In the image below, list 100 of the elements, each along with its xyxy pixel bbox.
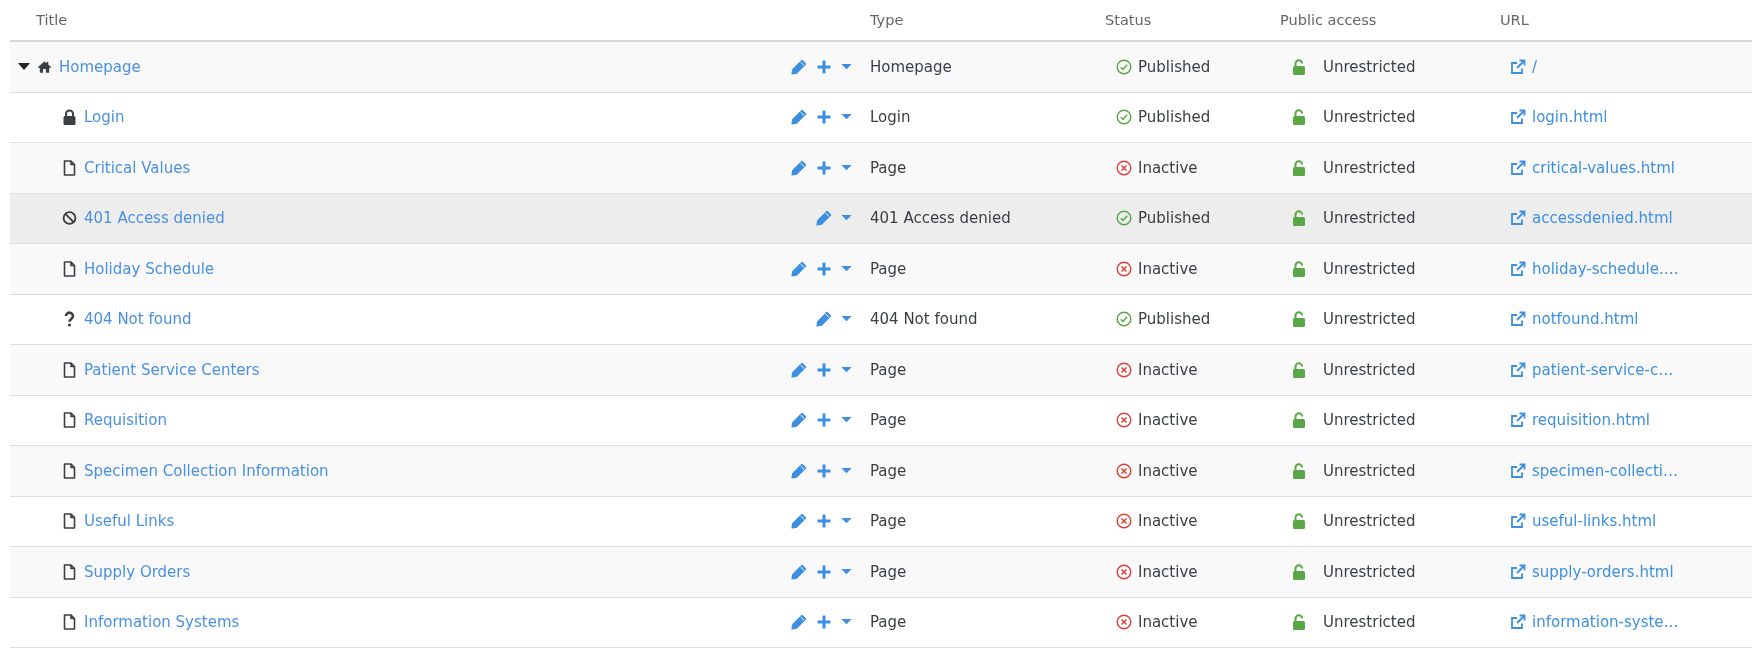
access-text: Unrestricted xyxy=(1323,411,1416,430)
page-title-link[interactable]: Specimen Collection Information xyxy=(84,461,329,480)
type-text: Page xyxy=(870,259,907,278)
plus-icon[interactable] xyxy=(816,361,832,378)
external-link-icon[interactable] xyxy=(1510,563,1526,580)
home-icon xyxy=(37,58,52,75)
url-link[interactable]: critical-values.html xyxy=(1532,158,1675,177)
dropdown-caret-icon[interactable] xyxy=(841,518,852,525)
external-link-icon[interactable] xyxy=(1510,159,1526,176)
page-title-link[interactable]: Supply Orders xyxy=(84,562,191,581)
url-link[interactable]: supply-orders.html xyxy=(1532,562,1674,581)
dropdown-caret-icon[interactable] xyxy=(841,568,852,575)
plus-icon[interactable] xyxy=(816,412,832,429)
pencil-icon[interactable] xyxy=(791,159,807,176)
url-link[interactable]: patient-service-c… xyxy=(1532,360,1674,379)
url-link[interactable]: / xyxy=(1532,57,1538,76)
url-link[interactable]: login.html xyxy=(1532,108,1608,127)
external-link-icon[interactable] xyxy=(1510,58,1526,75)
document-icon xyxy=(62,260,77,277)
pencil-icon[interactable] xyxy=(791,361,807,378)
dropdown-caret-icon[interactable] xyxy=(841,316,852,323)
external-link-icon[interactable] xyxy=(1510,614,1526,631)
dropdown-caret-icon[interactable] xyxy=(841,619,852,626)
url-link[interactable]: notfound.html xyxy=(1532,310,1639,329)
dropdown-caret-icon[interactable] xyxy=(841,265,852,272)
pencil-icon[interactable] xyxy=(791,109,807,126)
external-link-icon[interactable] xyxy=(1510,210,1526,227)
url-link[interactable]: accessdenied.html xyxy=(1532,209,1673,228)
page-title-link[interactable]: Homepage xyxy=(59,57,141,76)
status-text: Published xyxy=(1138,209,1211,228)
status-text: Inactive xyxy=(1138,512,1198,531)
external-link-icon[interactable] xyxy=(1510,412,1526,429)
plus-icon[interactable] xyxy=(816,614,832,631)
caret-icon[interactable] xyxy=(18,62,30,71)
open-padlock-icon xyxy=(1292,412,1306,429)
dropdown-caret-icon[interactable] xyxy=(841,366,852,373)
page-title-link[interactable]: Useful Links xyxy=(84,512,175,531)
url-link[interactable]: requisition.html xyxy=(1532,411,1650,430)
document-icon xyxy=(62,361,77,378)
type-text: Page xyxy=(870,613,907,632)
external-link-icon[interactable] xyxy=(1510,311,1526,328)
url-link[interactable]: information-syste… xyxy=(1532,613,1679,632)
page-title-link[interactable]: Login xyxy=(84,108,125,127)
page-title-link[interactable]: Patient Service Centers xyxy=(84,360,260,379)
pencil-icon[interactable] xyxy=(791,614,807,631)
external-link-icon[interactable] xyxy=(1510,109,1526,126)
open-padlock-icon xyxy=(1292,58,1306,75)
pencil-icon[interactable] xyxy=(791,260,807,277)
url-link[interactable]: specimen-collecti… xyxy=(1532,461,1679,480)
page-title-link[interactable]: Holiday Schedule xyxy=(84,259,215,278)
dropdown-caret-icon[interactable] xyxy=(841,63,852,70)
dropdown-caret-icon[interactable] xyxy=(841,164,852,171)
page-title-link[interactable]: 401 Access denied xyxy=(84,209,225,228)
external-link-icon[interactable] xyxy=(1510,462,1526,479)
pencil-icon[interactable] xyxy=(791,58,807,75)
status-text: Published xyxy=(1138,108,1211,127)
plus-icon[interactable] xyxy=(816,513,832,530)
access-text: Unrestricted xyxy=(1323,360,1416,379)
pencil-icon[interactable] xyxy=(791,462,807,479)
plus-icon[interactable] xyxy=(816,260,832,277)
open-padlock-icon xyxy=(1292,563,1306,580)
external-link-icon[interactable] xyxy=(1510,361,1526,378)
external-link-icon[interactable] xyxy=(1510,513,1526,530)
plus-icon[interactable] xyxy=(816,462,832,479)
url-link[interactable]: useful-links.html xyxy=(1532,512,1657,531)
dropdown-caret-icon[interactable] xyxy=(841,114,852,121)
dropdown-caret-icon[interactable] xyxy=(841,417,852,424)
plus-icon[interactable] xyxy=(816,109,832,126)
type-text: Page xyxy=(870,512,907,531)
plus-icon[interactable] xyxy=(816,159,832,176)
dropdown-caret-icon[interactable] xyxy=(841,467,852,474)
pencil-icon[interactable] xyxy=(816,210,832,227)
pencil-icon[interactable] xyxy=(816,311,832,328)
access-text: Unrestricted xyxy=(1323,108,1416,127)
url-link[interactable]: holiday-schedule.… xyxy=(1532,259,1679,278)
status-text: Inactive xyxy=(1138,158,1198,177)
pencil-icon[interactable] xyxy=(791,513,807,530)
plus-icon[interactable] xyxy=(816,58,832,75)
open-padlock-icon xyxy=(1292,109,1306,126)
open-padlock-icon xyxy=(1292,361,1306,378)
status-text: Inactive xyxy=(1138,411,1198,430)
dropdown-caret-icon[interactable] xyxy=(841,215,852,222)
type-text: Page xyxy=(870,360,907,379)
pencil-icon[interactable] xyxy=(791,412,807,429)
plus-icon[interactable] xyxy=(816,563,832,580)
column-header: Public access xyxy=(1280,12,1377,28)
page-title-link[interactable]: 404 Not found xyxy=(84,310,192,329)
prohibited-icon xyxy=(62,210,77,227)
page-title-link[interactable]: Information Systems xyxy=(84,613,240,632)
open-padlock-icon xyxy=(1292,159,1306,176)
external-link-icon[interactable] xyxy=(1510,260,1526,277)
access-text: Unrestricted xyxy=(1323,512,1416,531)
page-title-link[interactable]: Requisition xyxy=(84,411,167,430)
type-text: Page xyxy=(870,158,907,177)
access-text: Unrestricted xyxy=(1323,259,1416,278)
open-padlock-icon xyxy=(1292,210,1306,227)
type-text: Page xyxy=(870,411,907,430)
page-title-link[interactable]: Critical Values xyxy=(84,158,191,177)
pencil-icon[interactable] xyxy=(791,563,807,580)
padlock-icon xyxy=(62,109,77,126)
